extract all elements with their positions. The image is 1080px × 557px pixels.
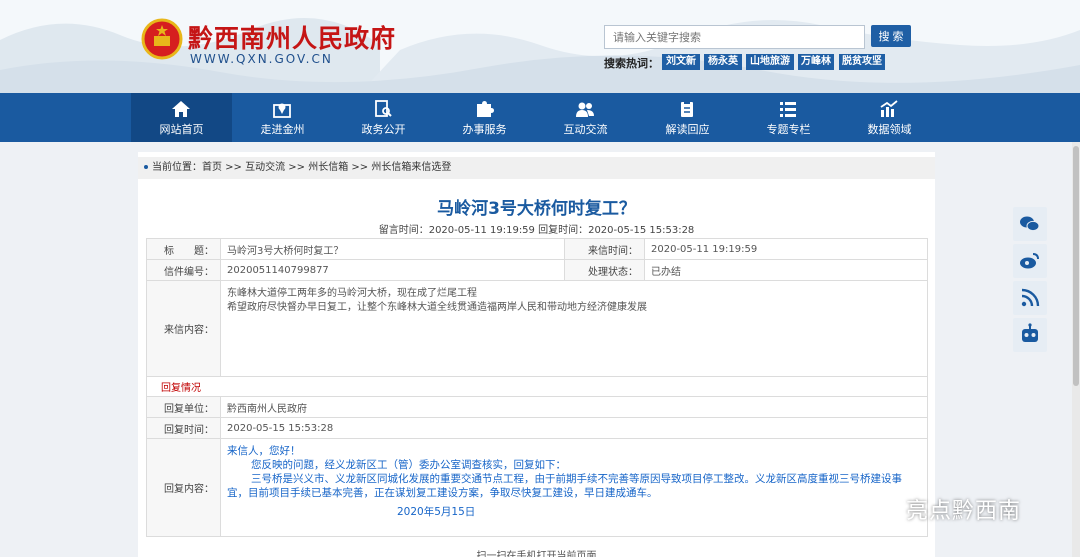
reply-content-label: 回复内容： bbox=[146, 438, 221, 537]
hot-word-tag[interactable]: 万峰林 bbox=[798, 54, 834, 70]
title-label: 标 题： bbox=[146, 238, 221, 260]
table-row: 回复时间： 2020-05-15 15:53:28 bbox=[146, 417, 928, 439]
nav-item-gov-open[interactable]: 政务公开 bbox=[333, 93, 434, 142]
table-row: 来信内容： 东峰林大道停工两年多的马岭河大桥，现在成了烂尾工程 希望政府尽快督办… bbox=[146, 280, 928, 377]
nav-label: 专题专栏 bbox=[766, 123, 811, 136]
scrollbar-thumb[interactable] bbox=[1073, 146, 1079, 386]
nav-label: 政务公开 bbox=[361, 123, 406, 136]
nav-label: 解读回应 bbox=[665, 123, 710, 136]
rss-button[interactable] bbox=[1013, 281, 1047, 315]
letter-content-line: 希望政府尽快督办早日复工，让整个东峰林大道全线贯通造福两岸人民和带动地方经济健康… bbox=[227, 302, 647, 313]
reply-time-value: 2020-05-15 15:53:28 bbox=[220, 417, 928, 439]
map-pin-icon bbox=[273, 103, 291, 118]
status-label: 处理状态： bbox=[564, 259, 645, 281]
reply-greeting: 来信人，您好！ bbox=[227, 445, 301, 457]
hot-words-label: 搜索热词： bbox=[604, 57, 659, 70]
reply-date: 2020年5月15日 bbox=[397, 506, 476, 518]
site-name: 黔西南州人民政府 bbox=[188, 24, 397, 53]
nav-item-services[interactable]: 办事服务 bbox=[434, 93, 535, 142]
nav-label: 办事服务 bbox=[462, 123, 507, 136]
letter-number-label: 信件编号： bbox=[146, 259, 221, 281]
letter-meta: 留言时间：2020-05-11 19:19:59 回复时间：2020-05-15… bbox=[378, 225, 695, 236]
puzzle-icon bbox=[477, 101, 494, 117]
table-row: 回复单位： 黔西南州人民政府 bbox=[146, 396, 928, 418]
reply-unit-value: 黔西南州人民政府 bbox=[220, 396, 928, 418]
search-button[interactable]: 搜 索 bbox=[871, 25, 911, 47]
people-icon bbox=[576, 102, 594, 117]
letter-content-line: 东峰林大道停工两年多的马岭河大桥，现在成了烂尾工程 bbox=[227, 288, 477, 299]
bullet-icon bbox=[144, 165, 148, 169]
reply-paragraph: 三号桥是兴义市、义龙新区同城化发展的重要交通节点工程，由于前期手续不完善等原因导… bbox=[227, 473, 902, 499]
reply-section-heading: 回复情况 bbox=[146, 376, 928, 397]
site-header: 黔西南州人民政府 WWW.QXN.GOV.CN 搜 索 搜索热词： 刘文新 杨永… bbox=[0, 0, 1080, 93]
wechat-share-button[interactable] bbox=[1013, 207, 1047, 241]
breadcrumb-text[interactable]: 当前位置：首页 >> 互动交流 >> 州长信箱 >> 州长信箱来信选登 bbox=[152, 162, 451, 173]
weibo-icon bbox=[1020, 253, 1039, 269]
reply-paragraph: 您反映的问题，经义龙新区工（管）委办公室调查核实，回复如下： bbox=[251, 459, 566, 471]
received-time-label: 来信时间： bbox=[564, 238, 645, 260]
letter-number-value: 2020051140799877 bbox=[220, 259, 565, 281]
nav-item-interpretation[interactable]: 解读回应 bbox=[637, 93, 738, 142]
table-row: 信件编号： 2020051140799877 处理状态： 已办结 bbox=[146, 259, 928, 281]
national-emblem-icon bbox=[141, 18, 183, 60]
table-row: 回复内容： 来信人，您好！ 您反映的问题，经义龙新区工（管）委办公室调查核实，回… bbox=[146, 438, 928, 537]
page-title: 马岭河3号大桥何时复工？ bbox=[437, 199, 636, 219]
nav-item-data[interactable]: 数据领域 bbox=[839, 93, 940, 142]
nav-item-about[interactable]: 走进金州 bbox=[232, 93, 333, 142]
hot-word-tag[interactable]: 杨永英 bbox=[704, 54, 742, 70]
robot-icon bbox=[1022, 323, 1038, 342]
title-value: 马岭河3号大桥何时复工？ bbox=[220, 238, 565, 260]
reply-content: 来信人，您好！ 您反映的问题，经义龙新区工（管）委办公室调查核实，回复如下： 三… bbox=[220, 438, 928, 537]
status-value: 已办结 bbox=[644, 259, 928, 281]
watermark-text: 亮点黔西南 bbox=[906, 499, 1022, 524]
document-search-icon bbox=[375, 100, 392, 117]
robot-assistant-button[interactable] bbox=[1013, 318, 1047, 352]
letter-content: 东峰林大道停工两年多的马岭河大桥，现在成了烂尾工程 希望政府尽快督办早日复工，让… bbox=[220, 280, 928, 377]
nav-label: 数据领域 bbox=[867, 123, 912, 136]
chart-icon bbox=[880, 100, 898, 117]
content-panel: 当前位置：首页 >> 互动交流 >> 州长信箱 >> 州长信箱来信选登 马岭河3… bbox=[138, 152, 935, 557]
nav-label: 走进金州 bbox=[260, 123, 305, 136]
letter-table: 标 题： 马岭河3号大桥何时复工？ 来信时间： 2020-05-11 19:19… bbox=[146, 238, 928, 537]
main-nav: 网站首页 走进金州 政务公开 办事服务 互动交流 解读回应 专题专栏 数据领域 bbox=[0, 93, 1080, 142]
weibo-share-button[interactable] bbox=[1013, 244, 1047, 278]
letter-content-label: 来信内容： bbox=[146, 280, 221, 377]
nav-item-interaction[interactable]: 互动交流 bbox=[535, 93, 636, 142]
hot-word-tag[interactable]: 脱贫攻坚 bbox=[839, 54, 885, 70]
hot-word-tag[interactable]: 刘文新 bbox=[662, 54, 700, 70]
wechat-watermark-icon bbox=[870, 499, 899, 521]
table-row: 回复情况 bbox=[146, 376, 928, 397]
received-time-value: 2020-05-11 19:19:59 bbox=[644, 238, 928, 260]
site-url: WWW.QXN.GOV.CN bbox=[190, 52, 333, 66]
list-icon bbox=[780, 102, 796, 117]
breadcrumb: 当前位置：首页 >> 互动交流 >> 州长信箱 >> 州长信箱来信选登 bbox=[138, 157, 935, 179]
rss-icon bbox=[1021, 288, 1040, 307]
nav-label: 互动交流 bbox=[563, 123, 608, 136]
nav-item-home[interactable]: 网站首页 bbox=[131, 93, 232, 142]
home-icon bbox=[172, 101, 190, 117]
table-row: 标 题： 马岭河3号大桥何时复工？ 来信时间： 2020-05-11 19:19… bbox=[146, 238, 928, 260]
nav-label: 网站首页 bbox=[159, 123, 204, 136]
search-input[interactable] bbox=[604, 25, 865, 49]
qr-note: 扫一扫在手机打开当前页面 bbox=[476, 551, 597, 557]
clipboard-icon bbox=[681, 101, 693, 117]
nav-item-topics[interactable]: 专题专栏 bbox=[738, 93, 839, 142]
reply-unit-label: 回复单位： bbox=[146, 396, 221, 418]
wechat-icon bbox=[1020, 216, 1040, 232]
hot-word-tag[interactable]: 山地旅游 bbox=[746, 54, 794, 70]
reply-time-label: 回复时间： bbox=[146, 417, 221, 439]
